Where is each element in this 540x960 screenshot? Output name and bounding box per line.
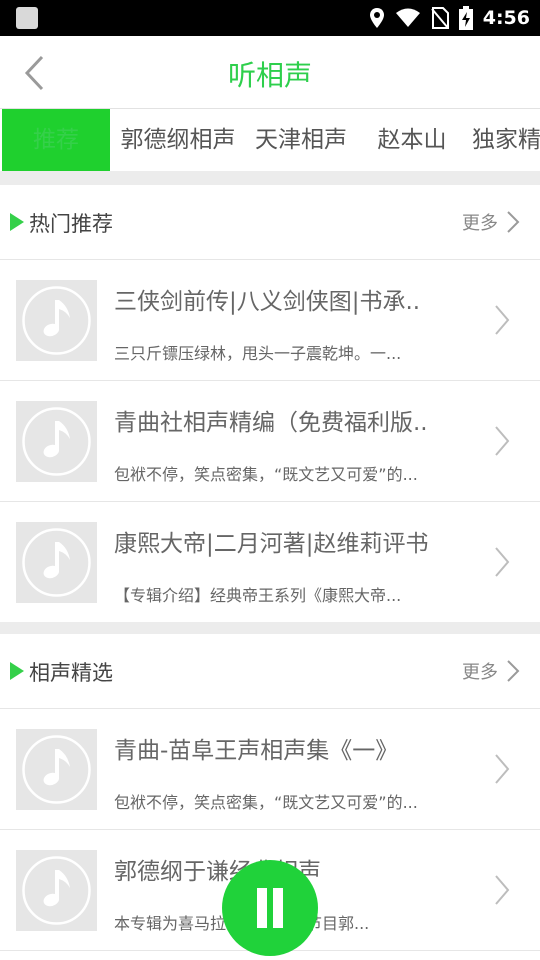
music-note-icon — [16, 401, 97, 482]
tab-recommend[interactable]: 推荐 — [2, 109, 110, 171]
section-hot-recommend: 热门推荐 更多 三侠剑前传|八义剑侠图|书承.. 三只斤镖压绿林，甩头一子震乾坤… — [0, 185, 540, 623]
notification-icon — [16, 7, 38, 29]
category-tabs: 推荐 郭德纲相声 天津相声 赵本山 独家精 — [0, 109, 540, 171]
list-item[interactable]: 康熙大帝|二月河著|赵维莉评书 【专辑介绍】经典帝王系列《康熙大帝... — [0, 502, 540, 623]
section-title: 热门推荐 — [29, 212, 113, 236]
item-description: 三只斤镖压绿林，甩头一子震乾坤。一... — [114, 344, 402, 363]
item-title: 康熙大帝|二月河著|赵维莉评书 — [114, 531, 429, 557]
item-description: 包袱不停，笑点密集，“既文艺又可爱”的... — [114, 793, 418, 812]
status-icons: 4:56 — [369, 0, 530, 36]
list-item[interactable]: 三侠剑前传|八义剑侠图|书承.. 三只斤镖压绿林，甩头一子震乾坤。一... — [0, 260, 540, 381]
chevron-right-icon — [495, 547, 510, 577]
item-description: 包袱不停，笑点密集，“既文艺又可爱”的... — [114, 465, 418, 484]
list-item[interactable]: 青曲-苗阜王声相声集《一》 包袱不停，笑点密集，“既文艺又可爱”的... — [0, 709, 540, 830]
music-note-icon — [16, 729, 97, 810]
chevron-right-icon — [507, 211, 520, 233]
chevron-right-icon — [507, 660, 520, 682]
item-title: 青曲-苗阜王声相声集《一》 — [114, 738, 399, 764]
item-title: 三侠剑前传|八义剑侠图|书承.. — [114, 289, 421, 315]
section-divider — [0, 622, 540, 634]
item-description: 【专辑介绍】经典帝王系列《康熙大帝... — [114, 586, 402, 605]
more-button[interactable]: 更多 — [462, 657, 520, 685]
chevron-right-icon — [495, 754, 510, 784]
chevron-right-icon — [495, 305, 510, 335]
more-button[interactable]: 更多 — [462, 208, 520, 236]
location-icon — [369, 8, 384, 28]
status-bar: 4:56 — [0, 0, 540, 36]
item-title: 青曲社相声精编（免费福利版.. — [114, 410, 428, 436]
chevron-right-icon — [495, 426, 510, 456]
chevron-right-icon — [495, 875, 510, 905]
music-note-icon — [16, 280, 97, 361]
tab-exclusive[interactable]: 独家精 — [472, 109, 540, 171]
tab-zhao-benshan[interactable]: 赵本山 — [366, 109, 458, 171]
section-divider — [0, 171, 540, 185]
more-label: 更多 — [462, 213, 498, 234]
more-label: 更多 — [462, 662, 498, 683]
triangle-icon — [10, 213, 24, 231]
triangle-icon — [10, 662, 24, 680]
tab-guo-degang[interactable]: 郭德纲相声 — [116, 109, 240, 171]
tab-tianjin[interactable]: 天津相声 — [250, 109, 352, 171]
music-note-icon — [16, 850, 97, 931]
title-bar: 听相声 — [0, 36, 540, 109]
section-title: 相声精选 — [29, 661, 113, 685]
status-time: 4:56 — [482, 7, 530, 29]
battery-charging-icon — [458, 6, 473, 30]
list-item[interactable]: 青曲社相声精编（免费福利版.. 包袱不停，笑点密集，“既文艺又可爱”的... — [0, 381, 540, 502]
no-sim-icon — [430, 7, 449, 29]
music-note-icon — [16, 522, 97, 603]
page-title: 听相声 — [227, 59, 312, 92]
pause-button[interactable] — [222, 860, 318, 956]
wifi-icon — [395, 8, 420, 27]
section-header: 相声精选 更多 — [0, 634, 540, 709]
section-header: 热门推荐 更多 — [0, 185, 540, 260]
